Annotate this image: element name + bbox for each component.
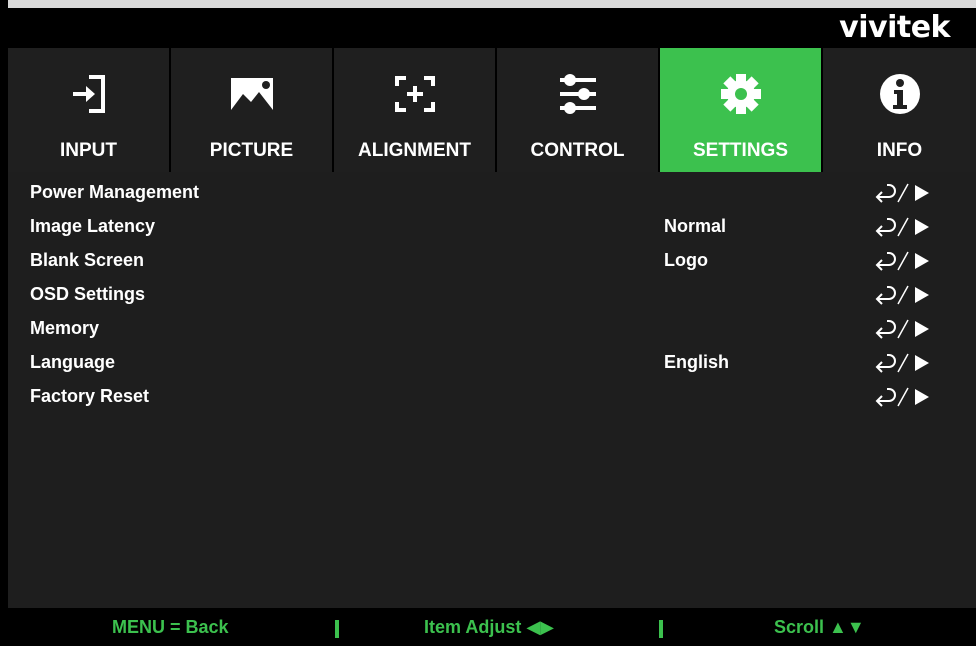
menu-row-blank-screen[interactable]: Blank Screen Logo xyxy=(8,244,976,278)
enter-arrow-icon xyxy=(874,351,938,375)
tab-input[interactable]: INPUT xyxy=(8,48,169,172)
hint-separator xyxy=(659,620,663,638)
row-value: Normal xyxy=(664,216,727,236)
tab-label: PICTURE xyxy=(209,140,294,161)
menu-row-memory[interactable]: Memory xyxy=(8,312,976,346)
row-label: Factory Reset xyxy=(30,386,150,406)
alignment-icon xyxy=(334,74,495,114)
tab-control[interactable]: CONTROL xyxy=(497,48,658,172)
hint-item-adjust: Item Adjust ◀▶ xyxy=(424,617,555,637)
enter-arrow-icon xyxy=(874,215,938,239)
row-label: Blank Screen xyxy=(30,250,145,270)
hint-scroll: Scroll ▲▼ xyxy=(774,617,865,637)
info-icon xyxy=(823,74,976,114)
row-value: English xyxy=(664,352,730,372)
top-bar: vivitek xyxy=(8,8,976,48)
menu-row-factory-reset[interactable]: Factory Reset xyxy=(8,380,976,414)
brand-logo: vivitek xyxy=(839,10,950,45)
hint-menu-back: MENU = Back xyxy=(112,617,229,637)
tab-label: INPUT xyxy=(60,140,117,161)
tab-label: ALIGNMENT xyxy=(358,140,471,161)
gear-icon xyxy=(660,74,821,114)
tab-settings[interactable]: SETTINGS xyxy=(660,48,821,172)
tab-info[interactable]: INFO xyxy=(823,48,976,172)
window-top-edge xyxy=(0,0,976,8)
window-left-edge xyxy=(0,0,8,646)
row-value: Logo xyxy=(664,250,708,270)
menu-row-image-latency[interactable]: Image Latency Normal xyxy=(8,210,976,244)
row-label: Image Latency xyxy=(30,216,156,236)
enter-arrow-icon xyxy=(874,317,938,341)
menu-row-power-management[interactable]: Power Management xyxy=(8,176,976,210)
hint-separator xyxy=(335,620,339,638)
menu-row-language[interactable]: Language English xyxy=(8,346,976,380)
menu-row-osd-settings[interactable]: OSD Settings xyxy=(8,278,976,312)
row-label: Language xyxy=(30,352,116,372)
row-label: OSD Settings xyxy=(30,284,146,304)
row-label: Power Management xyxy=(30,182,200,202)
enter-arrow-icon xyxy=(874,181,938,205)
enter-arrow-icon xyxy=(874,283,938,307)
tab-alignment[interactable]: ALIGNMENT xyxy=(334,48,495,172)
row-label: Memory xyxy=(30,318,100,338)
tab-picture[interactable]: PICTURE xyxy=(171,48,332,172)
enter-arrow-icon xyxy=(874,249,938,273)
input-icon xyxy=(8,74,169,114)
footer-hints: MENU = Back Item Adjust ◀▶ Scroll ▲▼ xyxy=(8,608,976,646)
settings-list: Power Management Image Latency Normal Bl… xyxy=(8,172,976,608)
tab-label: SETTINGS xyxy=(692,140,788,161)
control-sliders-icon xyxy=(497,74,658,114)
osd-menu: vivitek INPUT PICTURE ALIGNMENT CONTROL … xyxy=(8,8,976,646)
tab-label: INFO xyxy=(876,140,923,161)
picture-icon xyxy=(171,74,332,114)
enter-arrow-icon xyxy=(874,385,938,409)
tab-bar: INPUT PICTURE ALIGNMENT CONTROL SETTINGS… xyxy=(8,48,976,172)
tab-label: CONTROL xyxy=(530,140,625,161)
